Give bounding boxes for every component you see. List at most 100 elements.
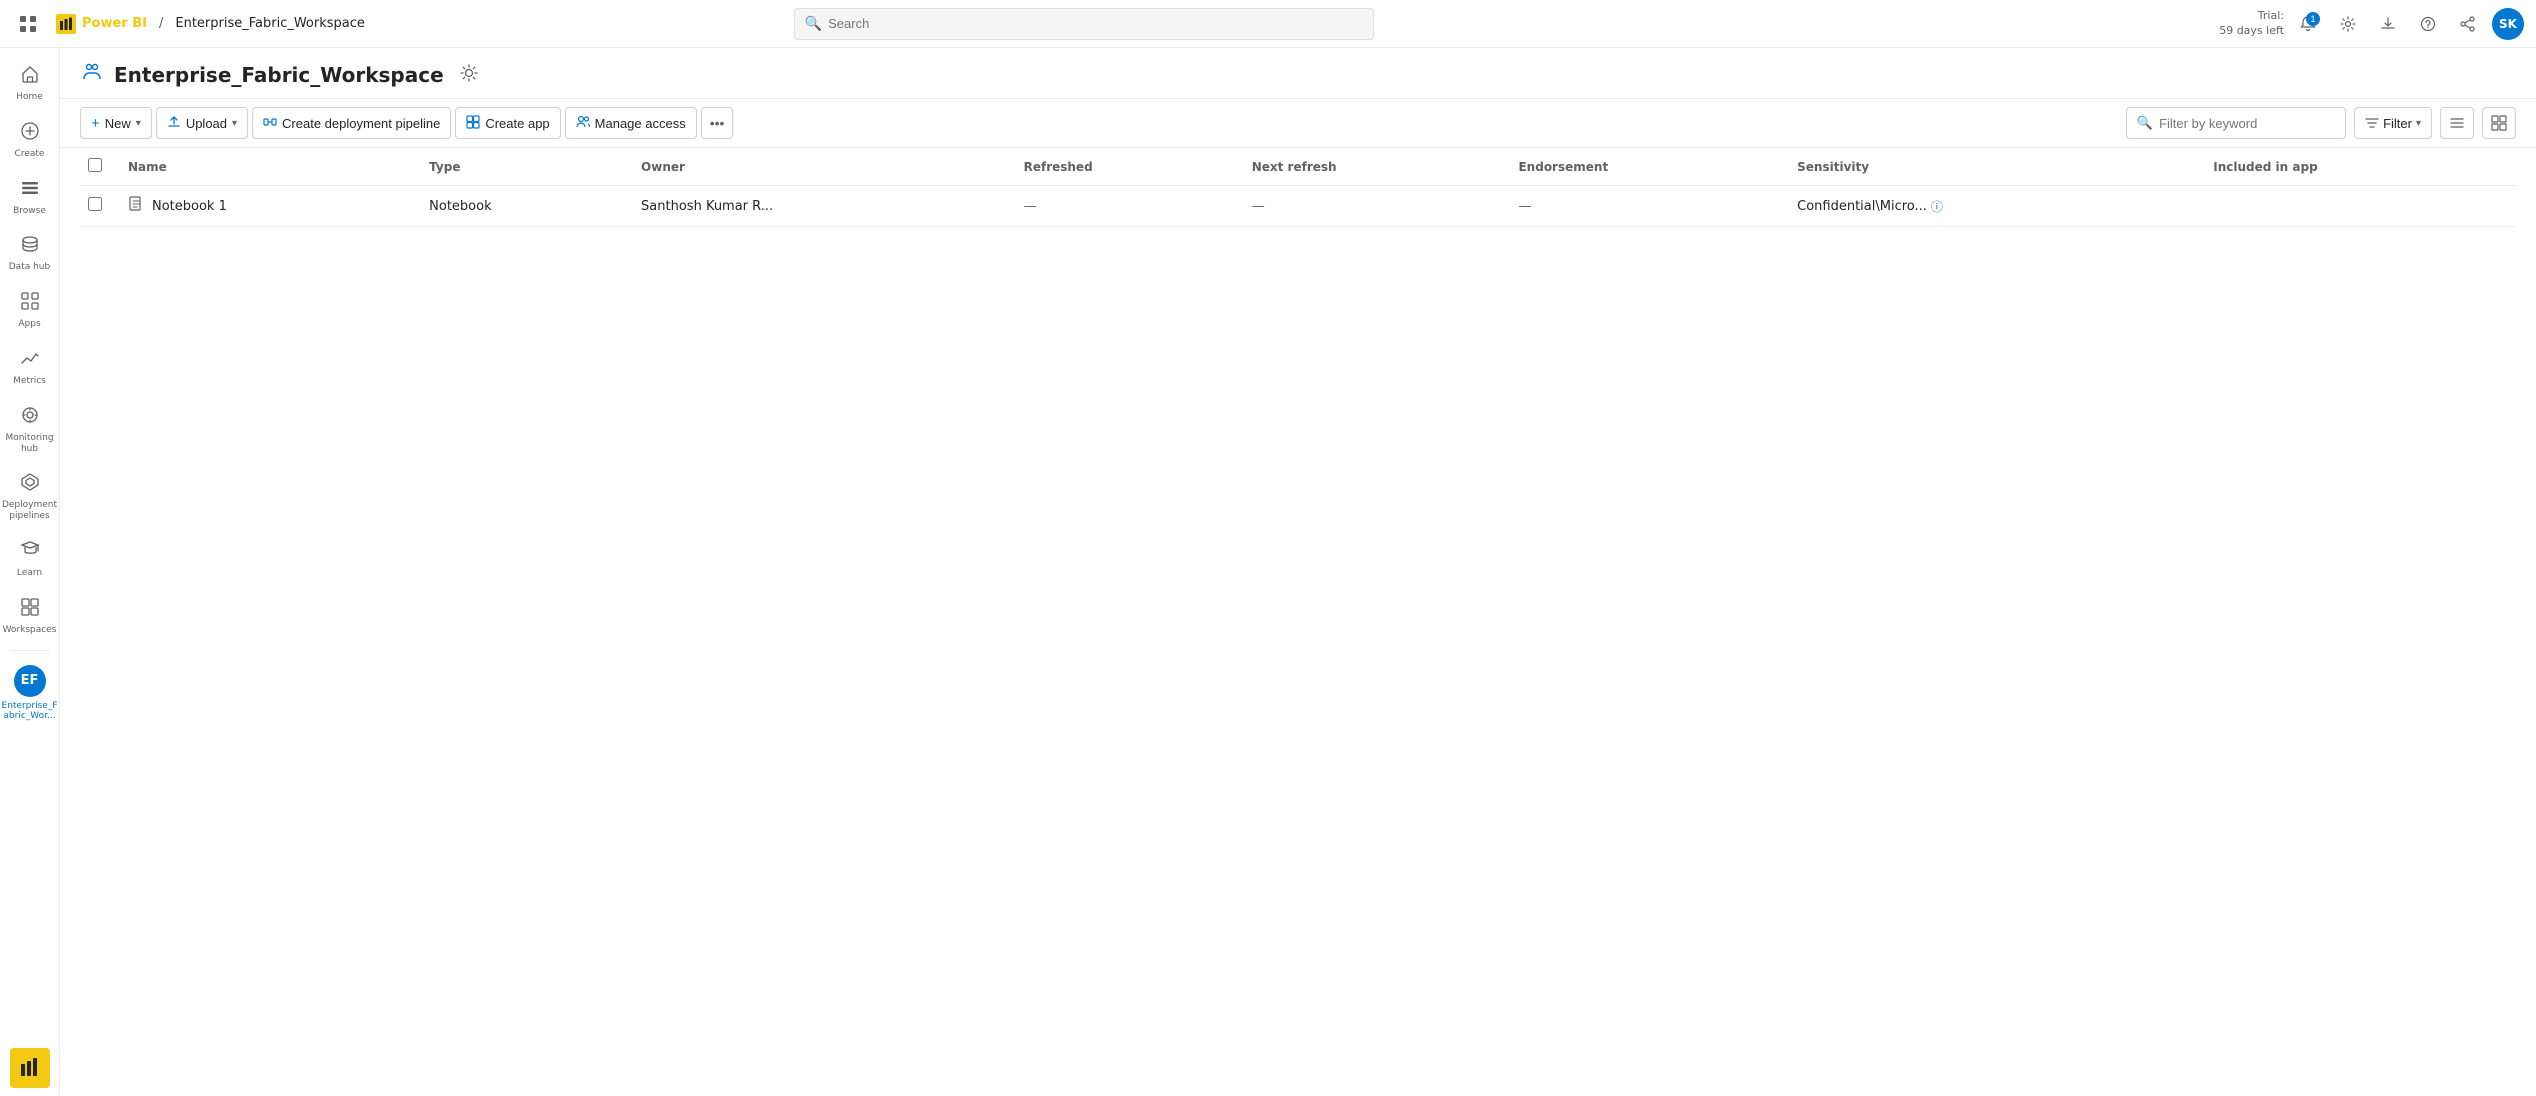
- breadcrumb-separator: /: [159, 16, 163, 31]
- th-name[interactable]: Name: [116, 148, 417, 186]
- row-name[interactable]: Notebook 1: [152, 199, 227, 214]
- pipeline-icon: [263, 115, 277, 132]
- filter-button[interactable]: Filter ▾: [2354, 107, 2432, 139]
- create-app-button[interactable]: Create app: [455, 107, 560, 139]
- workspaces-icon: [20, 597, 40, 621]
- metrics-icon: [20, 348, 40, 372]
- row-type: Notebook: [417, 186, 629, 227]
- sidebar-item-learn[interactable]: Learn: [2, 532, 58, 587]
- create-pipeline-button[interactable]: Create deployment pipeline: [252, 107, 451, 139]
- apps-icon: [19, 15, 37, 33]
- sidebar-item-deployment-label: Deployment pipelines: [2, 500, 57, 522]
- sidebar-item-home[interactable]: Home: [2, 56, 58, 111]
- more-options-button[interactable]: •••: [701, 107, 734, 139]
- list-view-icon: [2449, 115, 2465, 131]
- settings-button[interactable]: [2332, 8, 2364, 40]
- filter-input-container: 🔍: [2126, 107, 2346, 139]
- th-owner[interactable]: Owner: [629, 148, 1012, 186]
- content-area: Enterprise_Fabric_Workspace + New ▾: [60, 48, 2536, 1096]
- table-header-row: Name Type Owner Refreshed Next refresh: [80, 148, 2516, 186]
- th-endorsement[interactable]: Endorsement: [1506, 148, 1785, 186]
- sidebar-item-workspaces[interactable]: Workspaces: [2, 589, 58, 644]
- settings-icon: [2340, 16, 2356, 32]
- new-icon: +: [91, 115, 100, 132]
- sidebar-item-workspaces-label: Workspaces: [3, 625, 57, 636]
- manage-access-button[interactable]: Manage access: [565, 107, 697, 139]
- deployment-icon: [20, 472, 40, 496]
- manage-access-icon: [576, 115, 590, 132]
- list-view-button[interactable]: [2440, 107, 2474, 139]
- datahub-icon: [20, 234, 40, 258]
- row-refreshed: —: [1012, 186, 1240, 227]
- home-icon: [20, 64, 40, 88]
- th-next-refresh[interactable]: Next refresh: [1240, 148, 1507, 186]
- upload-chevron: ▾: [232, 118, 237, 129]
- notification-button[interactable]: 1: [2292, 8, 2324, 40]
- apps-grid-button[interactable]: [12, 8, 44, 40]
- powerbi-bottom-icon[interactable]: [10, 1048, 50, 1088]
- filter-search-icon: 🔍: [2137, 116, 2153, 131]
- manage-access-label: Manage access: [595, 116, 686, 131]
- share-button[interactable]: [2452, 8, 2484, 40]
- row-next-refresh: —: [1240, 186, 1507, 227]
- sidebar-item-browse-label: Browse: [13, 206, 46, 217]
- share-icon: [2460, 16, 2476, 32]
- powerbi-logo-icon: [56, 14, 76, 34]
- th-refreshed[interactable]: Refreshed: [1012, 148, 1240, 186]
- workspace-settings-button[interactable]: [460, 64, 478, 87]
- create-pipeline-label: Create deployment pipeline: [282, 116, 440, 131]
- search-input[interactable]: [828, 16, 1363, 31]
- download-icon: [2380, 16, 2396, 32]
- workspace-header: Enterprise_Fabric_Workspace: [60, 48, 2536, 99]
- search-container: 🔍: [794, 8, 1374, 40]
- items-table: Name Type Owner Refreshed Next refresh: [80, 148, 2516, 227]
- upload-label: Upload: [186, 116, 227, 131]
- sidebar-item-deployment[interactable]: Deployment pipelines: [2, 464, 58, 530]
- user-avatar[interactable]: SK: [2492, 8, 2524, 40]
- new-label: New: [105, 116, 131, 131]
- notification-badge: 1: [2306, 12, 2320, 26]
- download-button[interactable]: [2372, 8, 2404, 40]
- help-button[interactable]: [2412, 8, 2444, 40]
- item-type-icon: [128, 196, 144, 216]
- sidebar-item-metrics[interactable]: Metrics: [2, 340, 58, 395]
- sidebar-item-browse[interactable]: Browse: [2, 170, 58, 225]
- new-button[interactable]: + New ▾: [80, 107, 152, 139]
- sidebar-item-workspace-active[interactable]: EF Enterprise_F abric_Wor...: [2, 657, 58, 731]
- sidebar-item-monitoring[interactable]: Monitoring hub: [2, 397, 58, 463]
- row-checkbox[interactable]: [88, 197, 102, 211]
- sidebar-item-create[interactable]: Create: [2, 113, 58, 168]
- workspace-settings-icon-svg: [460, 64, 478, 82]
- help-icon: [2420, 16, 2436, 32]
- th-type[interactable]: Type: [417, 148, 629, 186]
- sensitivity-info-icon[interactable]: ⓘ: [1931, 198, 1943, 215]
- new-chevron: ▾: [136, 118, 141, 129]
- main-layout: Home Create Browse: [0, 48, 2536, 1096]
- select-all-checkbox[interactable]: [88, 158, 102, 172]
- sensitivity-value: Confidential\Micro...: [1797, 199, 1927, 214]
- powerbi-logo[interactable]: Power BI: [56, 14, 147, 34]
- th-included-in-app[interactable]: Included in app: [2201, 148, 2516, 186]
- top-right-controls: Trial: 59 days left 1: [2219, 8, 2524, 40]
- create-icon: [20, 121, 40, 145]
- table-container: Name Type Owner Refreshed Next refresh: [60, 148, 2536, 1096]
- grid-view-button[interactable]: [2482, 107, 2516, 139]
- apps-sidebar-icon: [20, 291, 40, 315]
- th-sensitivity[interactable]: Sensitivity: [1785, 148, 2201, 186]
- breadcrumb-workspace[interactable]: Enterprise_Fabric_Workspace: [175, 16, 365, 31]
- sidebar-divider: [10, 650, 50, 651]
- table-row: Notebook 1 Notebook Santhosh Kumar R... …: [80, 186, 2516, 227]
- sidebar-item-apps[interactable]: Apps: [2, 283, 58, 338]
- filter-input[interactable]: [2159, 116, 2335, 131]
- sidebar-bottom: [10, 1048, 50, 1088]
- monitoring-icon: [20, 405, 40, 429]
- row-name-cell: Notebook 1: [116, 186, 417, 227]
- create-app-label: Create app: [485, 116, 549, 131]
- sidebar-item-datahub[interactable]: Data hub: [2, 226, 58, 281]
- toolbar-right: 🔍 Filter ▾: [2126, 107, 2516, 139]
- create-app-icon: [466, 115, 480, 132]
- grid-view-icon: [2491, 115, 2507, 131]
- upload-button[interactable]: Upload ▾: [156, 107, 248, 139]
- th-checkbox: [80, 148, 116, 186]
- sidebar-item-learn-label: Learn: [17, 568, 42, 579]
